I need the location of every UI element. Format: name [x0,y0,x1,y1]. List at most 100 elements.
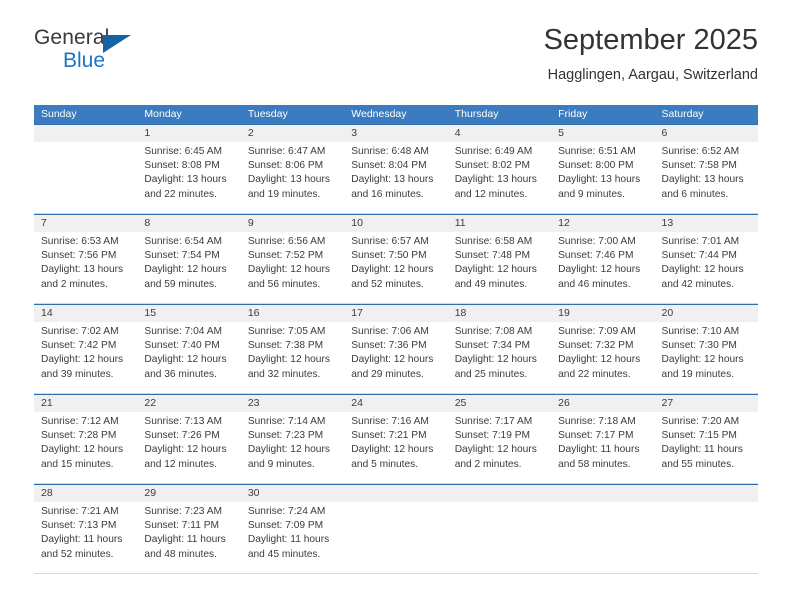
daylight-text-line2: and 6 minutes. [661,188,729,200]
day-cell[interactable]: Sunrise: 6:52 AM Sunset: 7:58 PM Dayligh… [655,142,758,213]
sunrise-text: Sunrise: 6:58 AM [454,236,533,247]
daylight-text-line1: Daylight: 13 hours [454,174,537,186]
day-number[interactable]: 24 [344,395,447,412]
day-cell[interactable]: Sunrise: 7:13 AM Sunset: 7:26 PM Dayligh… [137,412,240,483]
day-number[interactable]: 6 [655,125,758,142]
sunset-text: Sunset: 7:32 PM [558,340,634,352]
daylight-text-line1: Daylight: 11 hours [247,534,330,546]
day-cell[interactable]: Sunrise: 7:24 AM Sunset: 7:09 PM Dayligh… [241,502,344,573]
day-number-band: 21 22 23 24 25 26 27 [34,395,758,412]
day-cell[interactable]: Sunrise: 6:58 AM Sunset: 7:48 PM Dayligh… [448,232,551,303]
brand-logo[interactable]: General Blue [34,26,154,82]
sunset-text: Sunset: 7:17 PM [558,430,634,442]
daylight-text-line1: Daylight: 13 hours [351,174,434,186]
day-number[interactable]: 9 [241,215,344,232]
day-cell[interactable] [551,502,654,573]
day-number[interactable]: 21 [34,395,137,412]
day-number[interactable]: 18 [448,305,551,322]
day-number[interactable]: 15 [137,305,240,322]
day-number[interactable]: 12 [551,215,654,232]
sunset-text: Sunset: 7:46 PM [558,250,634,262]
day-cell[interactable]: Sunrise: 6:47 AM Sunset: 8:06 PM Dayligh… [241,142,344,213]
day-cell[interactable]: Sunrise: 6:51 AM Sunset: 8:00 PM Dayligh… [551,142,654,213]
sunrise-text: Sunrise: 6:53 AM [41,236,119,247]
day-cell[interactable]: Sunrise: 7:05 AM Sunset: 7:38 PM Dayligh… [241,322,344,393]
day-cell[interactable]: Sunrise: 7:21 AM Sunset: 7:13 PM Dayligh… [34,502,137,573]
day-number-band: 14 15 16 17 18 19 20 [34,305,758,322]
day-cell[interactable]: Sunrise: 7:00 AM Sunset: 7:46 PM Dayligh… [551,232,654,303]
day-number[interactable]: 3 [344,125,447,142]
day-cell[interactable]: Sunrise: 7:08 AM Sunset: 7:34 PM Dayligh… [448,322,551,393]
day-cell[interactable]: Sunrise: 7:06 AM Sunset: 7:36 PM Dayligh… [344,322,447,393]
daylight-text-line1: Daylight: 12 hours [247,264,330,276]
day-cell[interactable]: Sunrise: 7:18 AM Sunset: 7:17 PM Dayligh… [551,412,654,483]
daylight-text-line2: and 58 minutes. [558,458,631,470]
day-cell[interactable]: Sunrise: 6:49 AM Sunset: 8:02 PM Dayligh… [448,142,551,213]
daylight-text-line2: and 19 minutes. [661,368,735,380]
day-number[interactable]: 22 [137,395,240,412]
day-number[interactable]: 11 [448,215,551,232]
sunset-text: Sunset: 7:11 PM [144,520,219,532]
day-number[interactable]: 30 [241,485,344,502]
day-cell[interactable]: Sunrise: 7:09 AM Sunset: 7:32 PM Dayligh… [551,322,654,393]
day-cell[interactable]: Sunrise: 7:04 AM Sunset: 7:40 PM Dayligh… [137,322,240,393]
day-cell[interactable]: Sunrise: 7:12 AM Sunset: 7:28 PM Dayligh… [34,412,137,483]
day-number[interactable]: 2 [241,125,344,142]
day-number[interactable]: 4 [448,125,551,142]
day-number[interactable]: 13 [655,215,758,232]
sunset-text: Sunset: 7:44 PM [661,250,737,262]
day-number[interactable]: 8 [137,215,240,232]
day-cell[interactable] [448,502,551,573]
day-number[interactable]: 17 [344,305,447,322]
day-number[interactable] [655,485,758,502]
daylight-text-line1: Daylight: 12 hours [661,264,744,276]
day-cell[interactable]: Sunrise: 7:14 AM Sunset: 7:23 PM Dayligh… [241,412,344,483]
day-cell[interactable]: Sunrise: 6:56 AM Sunset: 7:52 PM Dayligh… [241,232,344,303]
day-number[interactable]: 1 [137,125,240,142]
daylight-text-line2: and 48 minutes. [144,548,217,560]
day-number[interactable]: 23 [241,395,344,412]
day-number[interactable]: 16 [241,305,344,322]
day-number[interactable]: 10 [344,215,447,232]
sunrise-text: Sunrise: 7:10 AM [661,326,740,337]
sunrise-text: Sunrise: 7:05 AM [247,326,326,337]
day-number[interactable]: 26 [551,395,654,412]
day-cell[interactable] [655,502,758,573]
day-cell[interactable] [34,142,137,213]
daylight-text-line1: Daylight: 13 hours [247,174,330,186]
day-cell[interactable]: Sunrise: 7:16 AM Sunset: 7:21 PM Dayligh… [344,412,447,483]
day-cell[interactable]: Sunrise: 7:23 AM Sunset: 7:11 PM Dayligh… [137,502,240,573]
day-cell[interactable]: Sunrise: 7:01 AM Sunset: 7:44 PM Dayligh… [655,232,758,303]
day-number[interactable]: 7 [34,215,137,232]
day-number[interactable] [34,125,137,142]
sunset-text: Sunset: 7:56 PM [41,250,117,262]
day-cell[interactable]: Sunrise: 6:53 AM Sunset: 7:56 PM Dayligh… [34,232,137,303]
day-number[interactable] [551,485,654,502]
daylight-text-line2: and 52 minutes. [41,548,114,560]
day-number[interactable] [344,485,447,502]
sunrise-text: Sunrise: 6:49 AM [454,146,533,157]
day-cell[interactable]: Sunrise: 7:02 AM Sunset: 7:42 PM Dayligh… [34,322,137,393]
sunrise-text: Sunrise: 7:18 AM [558,416,636,427]
day-cell[interactable] [344,502,447,573]
day-cell[interactable]: Sunrise: 6:45 AM Sunset: 8:08 PM Dayligh… [137,142,240,213]
day-number[interactable]: 25 [448,395,551,412]
daylight-text-line1: Daylight: 12 hours [247,444,330,456]
day-number[interactable]: 28 [34,485,137,502]
day-cell[interactable]: Sunrise: 6:57 AM Sunset: 7:50 PM Dayligh… [344,232,447,303]
daylight-text-line2: and 56 minutes. [247,278,321,290]
day-number[interactable] [448,485,551,502]
day-number[interactable]: 5 [551,125,654,142]
day-cell[interactable]: Sunrise: 7:20 AM Sunset: 7:15 PM Dayligh… [655,412,758,483]
day-cell[interactable]: Sunrise: 7:17 AM Sunset: 7:19 PM Dayligh… [448,412,551,483]
day-number[interactable]: 20 [655,305,758,322]
sunset-text: Sunset: 7:58 PM [661,160,737,172]
day-number[interactable]: 14 [34,305,137,322]
day-cell[interactable]: Sunrise: 6:48 AM Sunset: 8:04 PM Dayligh… [344,142,447,213]
day-number[interactable]: 19 [551,305,654,322]
day-cell[interactable]: Sunrise: 6:54 AM Sunset: 7:54 PM Dayligh… [137,232,240,303]
day-number[interactable]: 27 [655,395,758,412]
brand-name-blue: Blue [63,49,106,72]
day-number[interactable]: 29 [137,485,240,502]
day-cell[interactable]: Sunrise: 7:10 AM Sunset: 7:30 PM Dayligh… [655,322,758,393]
